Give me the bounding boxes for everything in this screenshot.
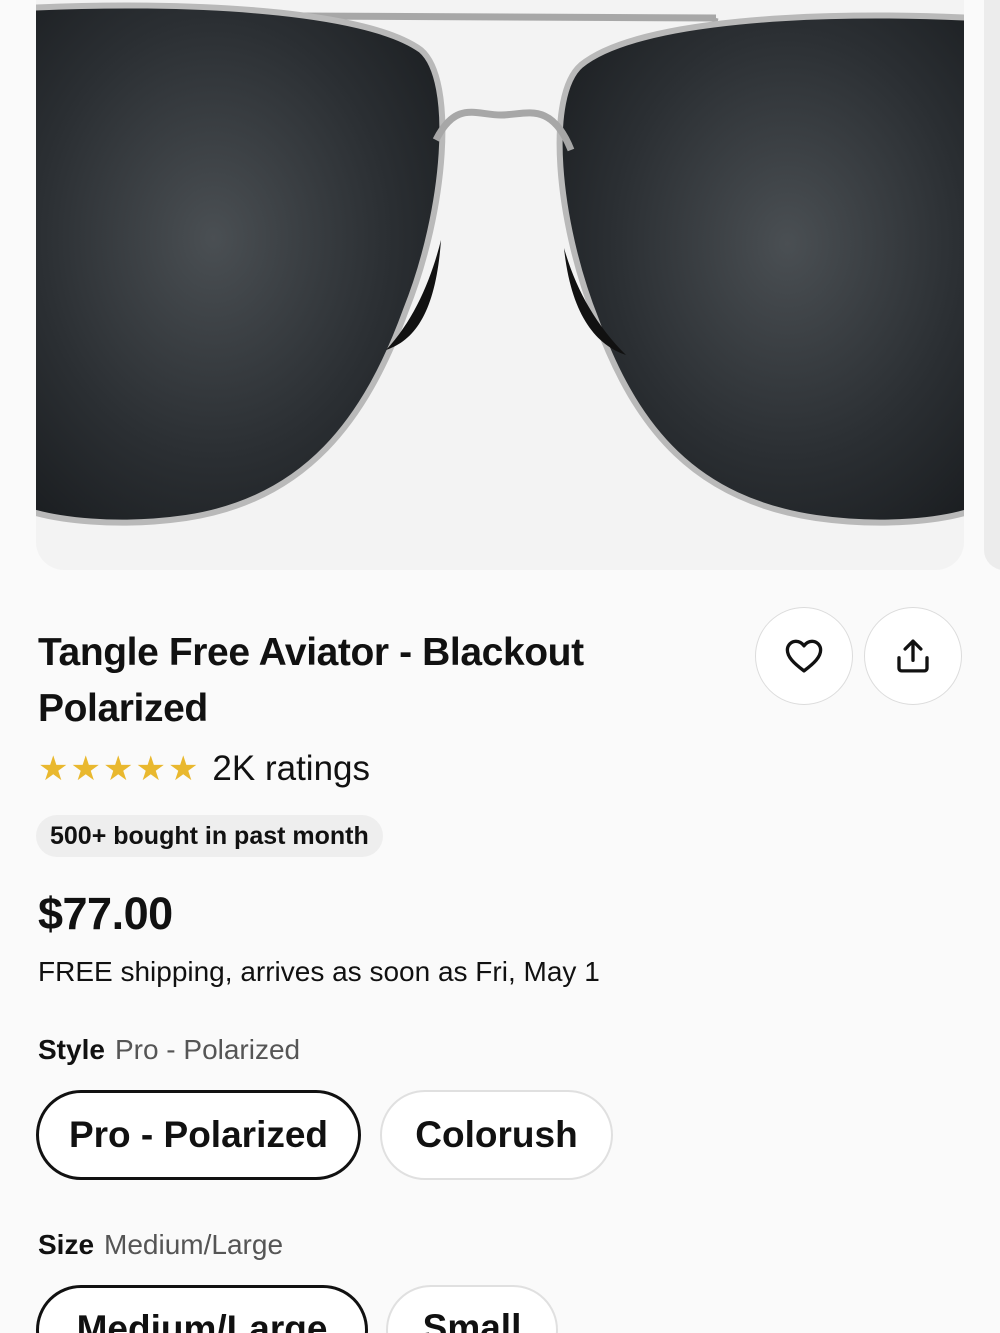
product-title: Tangle Free Aviator - Blackout Polarized [38,631,584,730]
favorite-button[interactable] [755,607,853,705]
style-option-colorush[interactable]: Colorush [380,1090,613,1180]
star-icon: ★ [38,750,69,788]
product-price: $77.00 [38,888,173,939]
size-option-label: Size Medium/Large [38,1229,283,1261]
size-label: Size [38,1229,95,1260]
style-option-label: Style Pro - Polarized [38,1034,300,1066]
sunglasses-image [36,2,964,526]
style-selected-value: Pro - Polarized [114,1034,301,1065]
rating-summary[interactable]: ★ ★ ★ ★ ★ 2K ratings [38,745,370,793]
next-image-peek[interactable] [984,0,1000,570]
star-rating: ★ ★ ★ ★ ★ [38,752,198,786]
star-icon: ★ [167,750,199,788]
style-label: Style [38,1034,105,1065]
size-option-medium-large[interactable]: Medium/Large [36,1285,368,1333]
share-icon [897,639,929,673]
size-option-small[interactable]: Small [386,1285,558,1333]
size-selected-value: Medium/Large [104,1229,284,1260]
popularity-badge: 500+ bought in past month [36,815,383,857]
star-icon: ★ [102,750,134,788]
star-icon: ★ [135,750,166,788]
star-icon: ★ [70,750,101,788]
ratings-count: 2K ratings [212,749,371,788]
shipping-info: FREE shipping, arrives as soon as Fri, M… [38,956,600,987]
heart-icon [785,639,823,673]
product-page: Tangle Free Aviator - Blackout Polarized… [0,0,1000,1333]
product-image[interactable] [36,0,964,570]
share-button[interactable] [864,607,962,705]
style-option-pro-polarized[interactable]: Pro - Polarized [36,1090,361,1180]
